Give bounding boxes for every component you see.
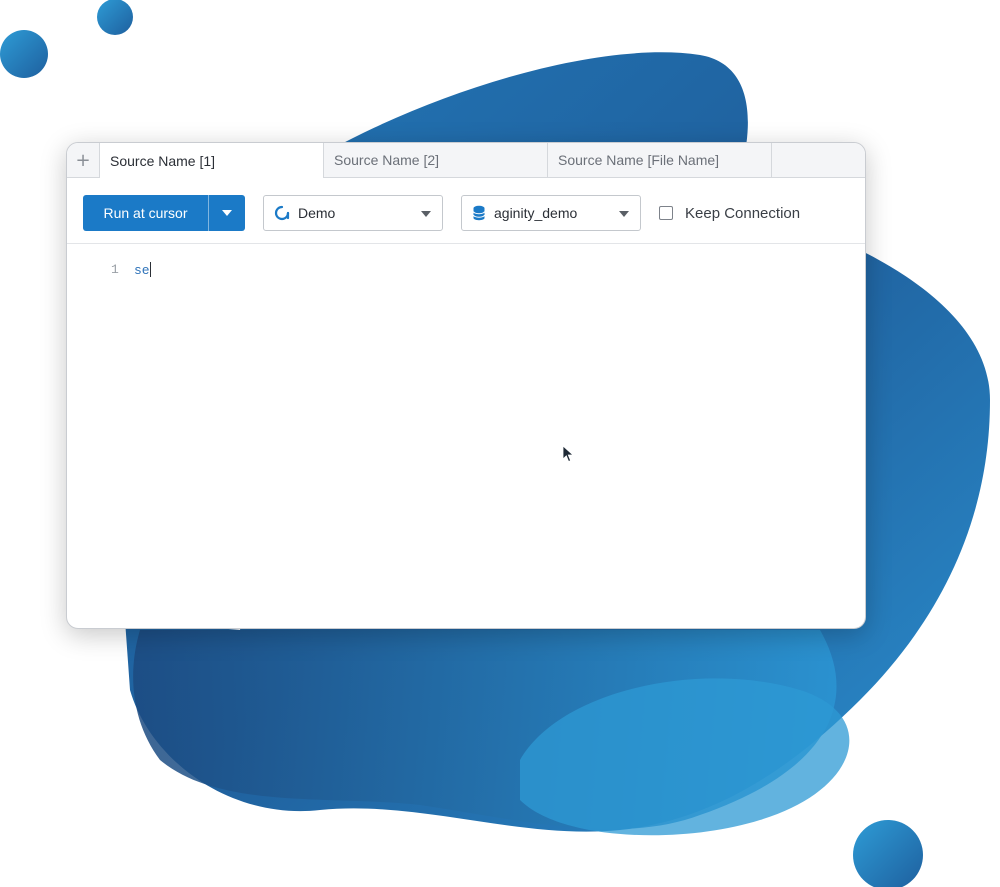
editor-toolbar: Run at cursor Demo aginity_demo Keep Con… <box>67 177 865 244</box>
add-tab-button[interactable]: + <box>67 143 100 177</box>
tab-source-name-file[interactable]: Source Name [File Name] <box>548 143 772 177</box>
chevron-down-icon <box>421 211 431 217</box>
code-text: se <box>134 263 150 278</box>
tab-source-name-1[interactable]: Source Name [1] <box>100 143 324 178</box>
database-icon <box>473 205 485 221</box>
connection-select[interactable]: Demo <box>263 195 443 231</box>
keep-connection-label: Keep Connection <box>685 204 801 222</box>
run-button-label: Run at cursor <box>103 205 188 221</box>
database-select[interactable]: aginity_demo <box>461 195 641 231</box>
chevron-down-icon <box>222 210 232 216</box>
query-editor-window: + Source Name [1] Source Name [2] Source… <box>66 142 866 629</box>
tab-label: Source Name [File Name] <box>558 152 720 168</box>
run-at-cursor-button[interactable]: Run at cursor <box>83 195 209 231</box>
run-button-group: Run at cursor <box>83 195 245 231</box>
run-options-dropdown[interactable] <box>209 195 245 231</box>
code-editor[interactable]: 1 se <box>67 244 865 628</box>
tab-label: Source Name [2] <box>334 152 440 168</box>
chevron-down-icon <box>619 211 629 217</box>
connection-value: Demo <box>298 205 336 221</box>
keep-connection-checkbox[interactable] <box>659 206 673 220</box>
text-caret <box>149 262 151 277</box>
plus-icon: + <box>75 149 91 171</box>
tab-bar: + Source Name [1] Source Name [2] Source… <box>67 143 865 178</box>
line-number: 1 <box>111 262 119 277</box>
database-value: aginity_demo <box>494 205 578 221</box>
connection-ring-icon <box>274 205 290 221</box>
keep-connection-toggle[interactable]: Keep Connection <box>659 195 800 231</box>
tab-label: Source Name [1] <box>110 152 216 169</box>
mouse-pointer-icon <box>562 445 574 463</box>
code-line: se <box>134 262 151 278</box>
tab-source-name-2[interactable]: Source Name [2] <box>324 143 548 177</box>
